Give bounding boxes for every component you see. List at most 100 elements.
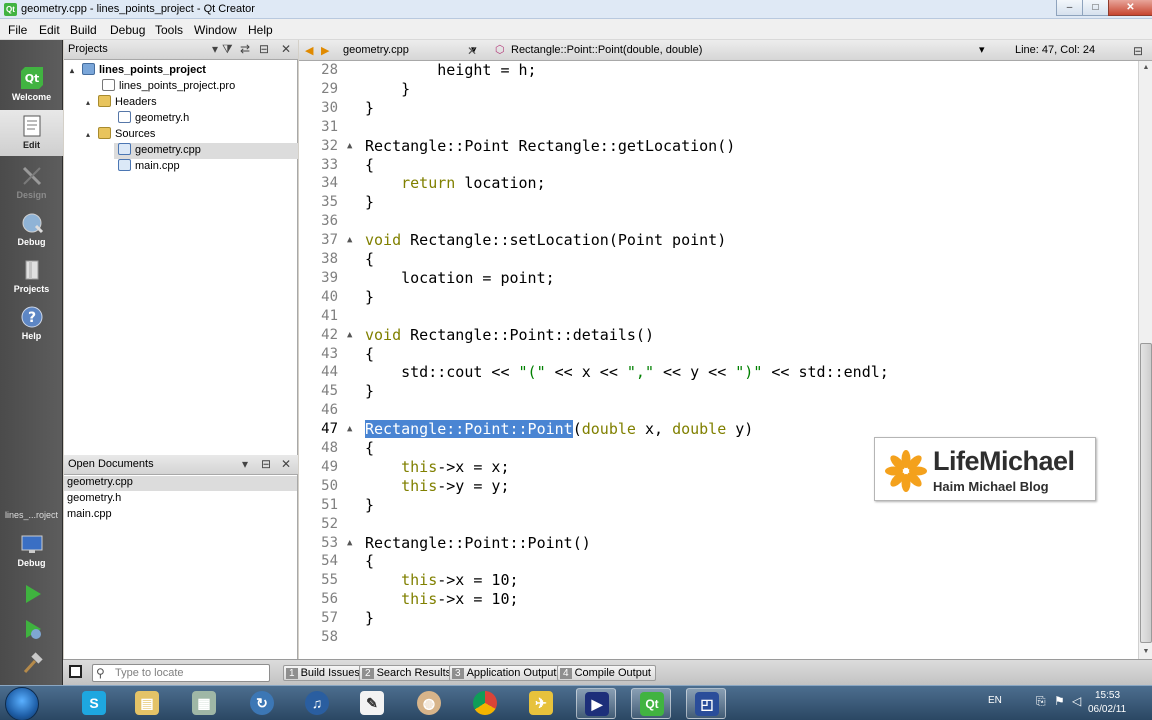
code-line[interactable]: 34 return location; <box>299 174 1138 193</box>
taskbar-app[interactable]: ◰ <box>686 688 726 719</box>
taskbar-app[interactable]: ▶ <box>576 688 616 719</box>
tray-network-icon[interactable]: ⎘ <box>1036 694 1046 709</box>
start-button[interactable] <box>5 687 39 720</box>
code-line[interactable]: 37 ▲ void Rectangle::setLocation(Point poi… <box>299 231 1138 250</box>
code-line[interactable]: 57} <box>299 609 1138 628</box>
menu-window[interactable]: Window <box>194 23 237 37</box>
taskbar-app[interactable]: Qt <box>631 688 671 719</box>
taskbar-app[interactable]: ✈ <box>521 688 561 719</box>
taskbar-app[interactable]: ↻ <box>242 688 282 719</box>
locator-input[interactable]: ⚲ Type to locate <box>92 664 270 682</box>
code-line[interactable]: 53 ▲ Rectangle::Point::Point() <box>299 534 1138 553</box>
close-document-icon[interactable]: ✕ <box>467 44 477 58</box>
language-indicator[interactable]: EN <box>988 695 1002 706</box>
file-selector-combo[interactable]: geometry.cpp ▾ <box>335 42 485 58</box>
close-button[interactable]: ✕ <box>1108 0 1152 16</box>
fold-marker-icon[interactable]: ▲ <box>347 231 352 250</box>
link-icon[interactable]: ⇄ <box>240 42 250 56</box>
tree-item-project[interactable]: ▴ lines_points_project <box>70 63 206 79</box>
code-line[interactable]: 46 <box>299 401 1138 420</box>
mode-welcome[interactable]: Qt Welcome <box>0 62 63 108</box>
scroll-up-icon[interactable]: ▲ <box>1139 61 1152 75</box>
tray-volume-icon[interactable]: ◁ <box>1072 694 1081 708</box>
code-line[interactable]: 42 ▲ void Rectangle::Point::details() <box>299 326 1138 345</box>
taskbar-app[interactable]: ▤ <box>127 688 167 719</box>
code-line[interactable]: 45} <box>299 382 1138 401</box>
menu-debug[interactable]: Debug <box>110 23 145 37</box>
code-line[interactable]: 29 } <box>299 80 1138 99</box>
fold-marker-icon[interactable]: ▲ <box>347 534 352 553</box>
code-line[interactable]: 58 <box>299 628 1138 647</box>
open-document-item[interactable]: main.cpp <box>67 508 112 523</box>
tree-item-main-cpp[interactable]: main.cpp <box>116 159 180 175</box>
taskbar-app[interactable]: ◍ <box>409 688 449 719</box>
build-button[interactable] <box>0 648 63 682</box>
code-line[interactable]: 28 height = h; <box>299 61 1138 80</box>
menu-help[interactable]: Help <box>248 23 273 37</box>
chevron-down-icon[interactable]: ▾ <box>212 42 218 56</box>
sidebar-toggle-icon[interactable] <box>69 665 82 678</box>
taskbar-app[interactable]: ✎ <box>352 688 392 719</box>
forward-arrow-icon[interactable]: ▶ <box>321 44 329 57</box>
editor-scrollbar[interactable]: ▲ ▼ <box>1138 61 1152 659</box>
mode-help[interactable]: ? Help <box>0 301 63 347</box>
code-line[interactable]: 33 { <box>299 156 1138 175</box>
taskbar-app[interactable]: ▦ <box>184 688 224 719</box>
minimize-button[interactable]: – <box>1056 0 1083 16</box>
collapse-arrow-icon[interactable]: ▴ <box>70 66 80 75</box>
code-line[interactable]: 54 { <box>299 552 1138 571</box>
run-button[interactable] <box>0 578 63 612</box>
code-line[interactable]: 40} <box>299 288 1138 307</box>
tray-flag-icon[interactable]: ⚑ <box>1054 694 1065 708</box>
code-line[interactable]: 41 <box>299 307 1138 326</box>
mode-design[interactable]: Design <box>0 160 63 206</box>
open-documents-title[interactable]: Open Documents <box>68 458 154 470</box>
code-line[interactable]: 36 <box>299 212 1138 231</box>
debug-run-button[interactable] <box>0 613 63 647</box>
mode-debug[interactable]: Debug <box>0 207 63 253</box>
back-arrow-icon[interactable]: ◀ <box>305 44 313 57</box>
code-line[interactable]: 38 { <box>299 250 1138 269</box>
split-icon[interactable]: ⊟ <box>261 457 271 471</box>
fold-marker-icon[interactable]: ▲ <box>347 137 352 156</box>
fold-marker-icon[interactable]: ▲ <box>347 326 352 345</box>
taskbar-app[interactable]: S <box>74 688 114 719</box>
code-line[interactable]: 31 <box>299 118 1138 137</box>
taskbar-app[interactable]: ♫ <box>297 688 337 719</box>
scroll-down-icon[interactable]: ▼ <box>1139 645 1152 659</box>
mode-projects[interactable]: Projects <box>0 254 63 300</box>
code-line[interactable]: 30} <box>299 99 1138 118</box>
menu-tools[interactable]: Tools <box>155 23 183 37</box>
code-editor[interactable]: 28 height = h; 29 } 30} 31 32 ▲ Rectangle::Poi… <box>299 61 1138 659</box>
tree-item-sources[interactable]: ▴ Sources <box>86 127 155 143</box>
close-icon[interactable]: ✕ <box>281 457 291 471</box>
split-editor-icon[interactable]: ⊟ <box>1133 44 1143 58</box>
tree-item-headers[interactable]: ▴ Headers <box>86 95 157 111</box>
code-line[interactable]: 35} <box>299 193 1138 212</box>
maximize-button[interactable]: □ <box>1082 0 1109 16</box>
mode-edit[interactable]: Edit <box>0 110 63 156</box>
clock-time[interactable]: 15:53 <box>1095 690 1120 701</box>
tree-item-pro-file[interactable]: lines_points_project.pro <box>100 79 235 95</box>
tab-application-output[interactable]: 3 Application Output <box>449 665 562 681</box>
filter-icon[interactable]: ⧩ <box>222 42 233 57</box>
collapse-arrow-icon[interactable]: ▴ <box>86 130 96 139</box>
menu-build[interactable]: Build <box>70 23 97 37</box>
tree-item-geometry-h[interactable]: geometry.h <box>116 111 189 127</box>
scrollbar-thumb[interactable] <box>1140 343 1152 643</box>
tab-compile-output[interactable]: 4 Compile Output <box>557 665 656 681</box>
chevron-down-icon[interactable]: ▾ <box>242 457 248 471</box>
clock-date[interactable]: 06/02/11 <box>1088 704 1126 715</box>
tab-build-issues[interactable]: 1 Build Issues <box>283 665 365 681</box>
split-icon[interactable]: ⊟ <box>259 42 269 56</box>
menu-edit[interactable]: Edit <box>39 23 60 37</box>
code-line[interactable]: 44 std::cout << "(" << x << "," << y << … <box>299 363 1138 382</box>
code-line[interactable]: 39 location = point; <box>299 269 1138 288</box>
collapse-arrow-icon[interactable]: ▴ <box>86 98 96 107</box>
code-line[interactable]: 52 <box>299 515 1138 534</box>
kit-project-label[interactable]: lines_...roject <box>0 510 63 520</box>
taskbar-app[interactable] <box>465 688 505 719</box>
kit-selector[interactable]: Debug <box>0 528 63 574</box>
fold-marker-icon[interactable]: ▲ <box>347 420 352 439</box>
code-line[interactable]: 32 ▲ Rectangle::Point Rectangle::getLocati… <box>299 137 1138 156</box>
